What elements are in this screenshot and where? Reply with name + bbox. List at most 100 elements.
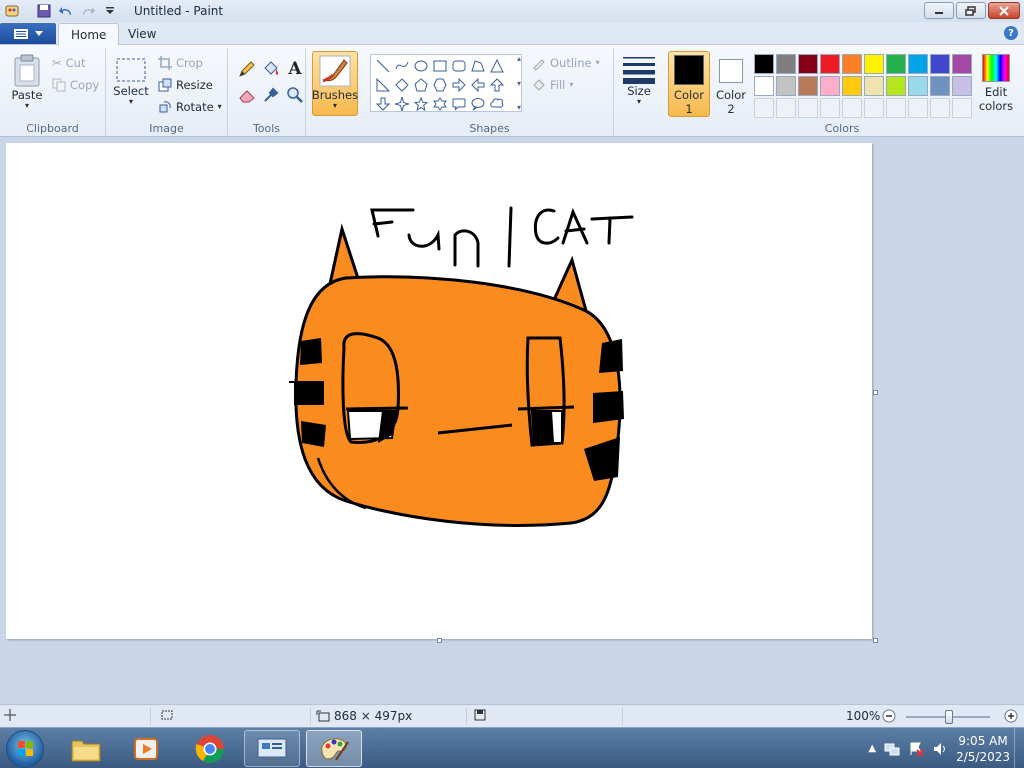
paint-menu-button[interactable]	[0, 23, 56, 44]
line-shape-icon[interactable]	[373, 56, 392, 75]
custom-color-slot[interactable]	[864, 98, 884, 118]
clock[interactable]: 9:05 AM 2/5/2023	[956, 733, 1010, 765]
drawing-canvas[interactable]	[6, 143, 878, 643]
taskbar-chrome[interactable]	[182, 730, 238, 767]
up-arrow-shape-icon[interactable]	[487, 75, 506, 94]
color1-button[interactable]: Color 1	[668, 51, 710, 117]
color-swatch[interactable]	[952, 76, 972, 96]
right-arrow-shape-icon[interactable]	[449, 75, 468, 94]
color-swatch[interactable]	[864, 54, 884, 74]
tab-view[interactable]: View	[116, 23, 168, 45]
hexagon-shape-icon[interactable]	[430, 75, 449, 94]
redo-icon[interactable]	[78, 1, 98, 21]
chevron-down-icon[interactable]: ▾	[517, 79, 521, 88]
pencil-icon[interactable]	[236, 58, 258, 80]
taskbar-media-player[interactable]	[118, 730, 174, 767]
right-triangle-shape-icon[interactable]	[373, 75, 392, 94]
taskbar-explorer[interactable]	[58, 730, 114, 767]
paint-app-icon[interactable]	[2, 1, 22, 21]
expand-gallery-icon[interactable]: ▾	[517, 103, 521, 112]
color-swatch[interactable]	[820, 76, 840, 96]
color-swatch[interactable]	[908, 54, 928, 74]
size-button[interactable]: Size ▾	[620, 54, 658, 106]
oval-callout-shape-icon[interactable]	[468, 94, 487, 113]
resize-button[interactable]: Resize	[158, 75, 213, 95]
color-swatch[interactable]	[842, 76, 862, 96]
custom-color-slot[interactable]	[820, 98, 840, 118]
eraser-icon[interactable]	[236, 84, 258, 106]
rectangle-shape-icon[interactable]	[430, 56, 449, 75]
color-swatch[interactable]	[930, 54, 950, 74]
custom-color-slot[interactable]	[952, 98, 972, 118]
color-swatch[interactable]	[842, 54, 862, 74]
color-swatch[interactable]	[908, 76, 928, 96]
custom-color-slot[interactable]	[842, 98, 862, 118]
show-desktop-button[interactable]	[1014, 728, 1024, 768]
action-center-icon[interactable]	[908, 741, 924, 757]
start-button[interactable]	[6, 730, 44, 768]
rotate-button[interactable]: Rotate ▾	[158, 97, 222, 117]
restore-button[interactable]	[956, 2, 986, 19]
magnifier-icon[interactable]	[284, 84, 306, 106]
tab-home[interactable]: Home	[58, 23, 120, 46]
color-swatch[interactable]	[798, 54, 818, 74]
color-swatch[interactable]	[776, 54, 796, 74]
custom-color-slot[interactable]	[754, 98, 774, 118]
color-swatch[interactable]	[930, 76, 950, 96]
help-icon[interactable]: ?	[1004, 26, 1018, 40]
left-arrow-shape-icon[interactable]	[468, 75, 487, 94]
five-point-star-shape-icon[interactable]	[411, 94, 430, 113]
polygon-shape-icon[interactable]	[468, 56, 487, 75]
color-swatch[interactable]	[864, 76, 884, 96]
custom-color-slot[interactable]	[930, 98, 950, 118]
resize-handle-corner[interactable]	[873, 638, 878, 643]
custom-color-slot[interactable]	[908, 98, 928, 118]
minimize-button[interactable]	[924, 2, 954, 19]
undo-icon[interactable]	[56, 1, 76, 21]
paste-button[interactable]: Paste ▾	[8, 54, 46, 110]
taskbar-remote-desktop[interactable]	[244, 730, 300, 767]
customize-qat-icon[interactable]	[100, 1, 120, 21]
six-point-star-shape-icon[interactable]	[430, 94, 449, 113]
shapes-scroll[interactable]: ▴ ▾ ▾	[514, 54, 524, 112]
outline-button[interactable]: Outline ▾	[532, 53, 600, 73]
four-point-star-shape-icon[interactable]	[392, 94, 411, 113]
color-swatch[interactable]	[886, 76, 906, 96]
zoom-in-button[interactable]	[1004, 709, 1018, 723]
volume-icon[interactable]	[932, 741, 948, 757]
show-hidden-icons-icon[interactable]: ▲	[868, 743, 876, 754]
diamond-shape-icon[interactable]	[392, 75, 411, 94]
color-swatch[interactable]	[754, 76, 774, 96]
save-icon[interactable]	[34, 1, 54, 21]
rounded-callout-shape-icon[interactable]	[449, 94, 468, 113]
zoom-slider-thumb[interactable]	[945, 710, 953, 724]
custom-color-slot[interactable]	[798, 98, 818, 118]
down-arrow-shape-icon[interactable]	[373, 94, 392, 113]
close-button[interactable]	[988, 2, 1020, 19]
custom-color-slot[interactable]	[886, 98, 906, 118]
chevron-up-icon[interactable]: ▴	[517, 54, 521, 63]
color-swatch[interactable]	[820, 54, 840, 74]
network-icon[interactable]	[884, 741, 900, 757]
fill-bucket-icon[interactable]	[260, 58, 282, 80]
crop-button[interactable]: Crop	[158, 53, 203, 73]
taskbar-paint[interactable]	[306, 730, 362, 767]
copy-button[interactable]: Copy	[52, 75, 99, 95]
color-swatch[interactable]	[776, 76, 796, 96]
color-swatch[interactable]	[886, 54, 906, 74]
color-swatch[interactable]	[754, 54, 774, 74]
edit-colors-button[interactable]: Edit colors	[976, 54, 1016, 113]
fill-button[interactable]: Fill ▾	[532, 75, 573, 95]
text-icon[interactable]: A	[284, 58, 306, 80]
color-swatch[interactable]	[952, 54, 972, 74]
brushes-button[interactable]: Brushes ▾	[312, 51, 358, 116]
select-button[interactable]: Select ▾	[113, 56, 149, 106]
color-swatch[interactable]	[798, 76, 818, 96]
custom-color-slot[interactable]	[776, 98, 796, 118]
cut-button[interactable]: ✂ Cut	[52, 53, 85, 73]
curve-shape-icon[interactable]	[392, 56, 411, 75]
resize-handle-bottom[interactable]	[437, 638, 442, 643]
triangle-shape-icon[interactable]	[487, 56, 506, 75]
pentagon-shape-icon[interactable]	[411, 75, 430, 94]
color2-button[interactable]: Color 2	[712, 51, 750, 117]
